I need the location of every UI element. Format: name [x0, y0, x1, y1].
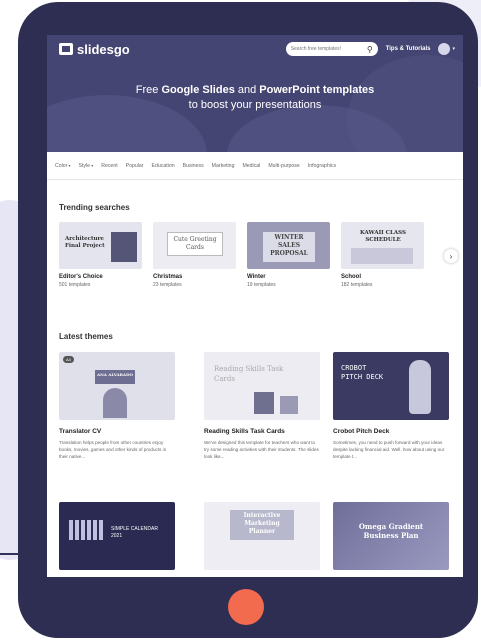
thumb-title: Architecture Final Project: [65, 236, 105, 249]
thumb-title: ANA ALVARADO: [97, 372, 133, 377]
category-color[interactable]: Color: [51, 163, 75, 169]
theme-card[interactable]: A4 ANA ALVARADO Translator CV Translatio…: [59, 352, 175, 460]
category-business[interactable]: Business: [179, 163, 208, 169]
top-nav: slidesgo ⚲ Tips & Tutorials ▾: [47, 35, 463, 63]
trending-count: 501 templates: [59, 282, 91, 288]
thumb-title: Reading Skills Task Cards: [214, 365, 284, 383]
category-bar: Color Style Recent Popular Education Bus…: [47, 152, 463, 180]
trending-name: Christmas: [153, 274, 183, 280]
category-popular[interactable]: Popular: [122, 163, 148, 169]
thumb-graphic: [280, 396, 298, 414]
category-recent[interactable]: Recent: [97, 163, 121, 169]
hero-title-bold: PowerPoint templates: [259, 84, 375, 96]
theme-thumbnail: SIMPLE CALENDAR 2021: [59, 502, 175, 570]
search-input[interactable]: [290, 46, 361, 52]
trending-thumbnail: Architecture Final Project: [59, 222, 142, 269]
theme-card[interactable]: SIMPLE CALENDAR 2021: [59, 502, 175, 570]
tablet-frame: slidesgo ⚲ Tips & Tutorials ▾ Free Googl…: [18, 2, 478, 638]
theme-thumbnail: Omega Gradient Business Plan: [333, 502, 449, 570]
trending-name: Editor's Choice: [59, 274, 103, 280]
category-style[interactable]: Style: [75, 163, 98, 169]
trending-name: Winter: [247, 274, 266, 280]
thumb-graphic: [111, 232, 137, 262]
trending-name: School: [341, 274, 362, 280]
chevron-right-icon[interactable]: ›: [444, 249, 458, 263]
hero-title-text: Free: [135, 84, 162, 96]
chevron-down-icon[interactable]: ▾: [452, 46, 455, 52]
logo-icon: [59, 43, 73, 55]
category-education[interactable]: Education: [148, 163, 179, 169]
logo-text: slidesgo: [77, 41, 130, 57]
trending-thumbnail: Cute Greeting Cards: [153, 222, 236, 269]
search-box[interactable]: ⚲: [285, 42, 378, 56]
theme-description: Translation helps people from other coun…: [59, 440, 167, 459]
theme-thumbnail: Interactive Marketing Planner: [204, 502, 320, 570]
theme-card[interactable]: Omega Gradient Business Plan: [333, 502, 449, 570]
latest-title: Latest themes: [59, 332, 113, 341]
trending-card[interactable]: WINTER SALES PROPOSAL Winter 19 template…: [247, 222, 330, 288]
category-infographics[interactable]: Infographics: [304, 163, 340, 169]
thumb-figure: [103, 388, 127, 418]
theme-thumbnail: Reading Skills Task Cards: [204, 352, 320, 420]
tips-tutorials-link[interactable]: Tips & Tutorials: [386, 46, 431, 52]
trending-card[interactable]: Architecture Final Project Editor's Choi…: [59, 222, 142, 288]
thumb-title: Omega Gradient Business Plan: [358, 522, 424, 540]
avatar[interactable]: [438, 43, 451, 55]
hero-subtitle: to boost your presentations: [188, 99, 322, 111]
home-button[interactable]: [228, 589, 264, 625]
theme-name: Reading Skills Task Cards: [204, 428, 285, 435]
hero-title: Free Google Slides and PowerPoint templa…: [47, 83, 463, 113]
thumb-title: Cute Greeting Cards: [173, 236, 217, 251]
hero-title-bold: Google Slides: [161, 84, 235, 96]
hero-title-text: and: [234, 84, 260, 96]
theme-thumbnail: CROBOT PITCH DECK: [333, 352, 449, 420]
thumb-title: SIMPLE CALENDAR 2021: [111, 526, 158, 539]
trending-count: 19 templates: [247, 282, 276, 288]
logo[interactable]: slidesgo: [59, 42, 130, 57]
theme-card[interactable]: CROBOT PITCH DECK Crobot Pitch Deck Some…: [333, 352, 449, 460]
thumb-graphic: [351, 248, 413, 264]
trending-thumbnail: WINTER SALES PROPOSAL: [247, 222, 330, 269]
theme-description: We've designed this template for teacher…: [204, 440, 319, 459]
hero-banner: slidesgo ⚲ Tips & Tutorials ▾ Free Googl…: [47, 35, 463, 152]
thumb-title: WINTER SALES PROPOSAL: [270, 234, 308, 257]
search-icon[interactable]: ⚲: [367, 45, 373, 54]
thumb-graphic: [254, 392, 274, 414]
thumb-graphic: [69, 520, 105, 540]
trending-card[interactable]: KAWAII CLASS SCHEDULE School 182 templat…: [341, 222, 424, 288]
category-multi-purpose[interactable]: Multi-purpose: [264, 163, 303, 169]
thumb-title: KAWAII CLASS SCHEDULE: [359, 230, 407, 243]
trending-count: 23 templates: [153, 282, 182, 288]
thumb-robot: [409, 360, 431, 414]
theme-name: Translator CV: [59, 428, 102, 435]
thumb-title: CROBOT PITCH DECK: [341, 364, 384, 381]
category-medical[interactable]: Medical: [238, 163, 264, 169]
trending-card[interactable]: Cute Greeting Cards Christmas 23 templat…: [153, 222, 236, 288]
theme-name: Crobot Pitch Deck: [333, 428, 390, 435]
trending-title: Trending searches: [59, 203, 130, 212]
format-badge: A4: [63, 356, 74, 363]
tablet-screen: slidesgo ⚲ Tips & Tutorials ▾ Free Googl…: [47, 35, 463, 577]
trending-thumbnail: KAWAII CLASS SCHEDULE: [341, 222, 424, 269]
theme-card[interactable]: Interactive Marketing Planner: [204, 502, 320, 570]
theme-card[interactable]: Reading Skills Task Cards Reading Skills…: [204, 352, 320, 460]
category-marketing[interactable]: Marketing: [208, 163, 239, 169]
thumb-title: Interactive Marketing Planner: [243, 512, 281, 535]
theme-thumbnail: A4 ANA ALVARADO: [59, 352, 175, 420]
trending-count: 182 templates: [341, 282, 373, 288]
theme-description: Sometimes, you need to push forward with…: [333, 440, 445, 459]
stage: slidesgo ⚲ Tips & Tutorials ▾ Free Googl…: [0, 0, 481, 640]
